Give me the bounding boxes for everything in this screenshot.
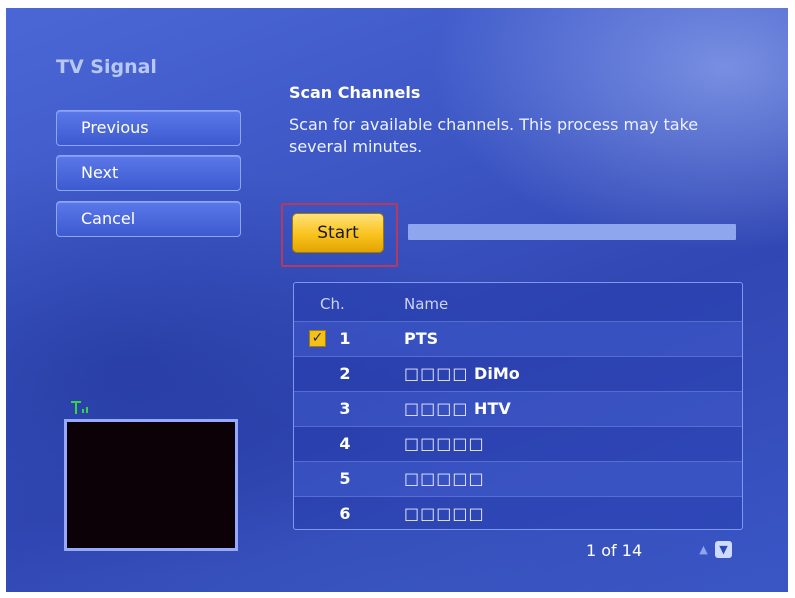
channel-row[interactable]: 6 □□□□□ xyxy=(294,496,742,532)
channel-row[interactable]: 2 □□□□ DiMo xyxy=(294,356,742,392)
channel-number: 2 xyxy=(339,364,351,383)
page-down-button[interactable]: ▼ xyxy=(715,541,732,558)
channel-name: □□□□ HTV xyxy=(404,399,511,418)
channel-name: □□□□□ xyxy=(404,469,485,488)
channel-row[interactable]: 5 □□□□□ xyxy=(294,461,742,497)
channel-name: □□□□ DiMo xyxy=(404,364,520,383)
media-center-screen: TV Signal Previous Next Cancel Scan Chan… xyxy=(6,8,788,592)
channel-name: PTS xyxy=(404,329,438,348)
page-indicator: 1 of 14 xyxy=(586,541,643,560)
channel-number: 1 xyxy=(339,329,351,348)
channel-name-prefix: □□□□□ xyxy=(404,469,485,488)
channel-number: 6 xyxy=(339,504,351,523)
channel-number: 4 xyxy=(339,434,351,453)
page-heading: Scan Channels xyxy=(289,83,421,102)
channel-name: □□□□□ xyxy=(404,504,485,523)
channel-row[interactable]: 4 □□□□□ xyxy=(294,426,742,462)
channel-name-text: DiMo xyxy=(474,364,520,383)
channel-number: 5 xyxy=(339,469,351,488)
scan-progress-bar xyxy=(408,224,736,240)
previous-button[interactable]: Previous xyxy=(56,110,241,146)
page-description: Scan for available channels. This proces… xyxy=(289,115,699,156)
section-title: TV Signal xyxy=(56,56,157,78)
channel-name-prefix: □□□□ xyxy=(404,399,469,418)
channel-row[interactable]: ✓ 1 PTS xyxy=(294,321,742,357)
channel-row[interactable]: 3 □□□□ HTV xyxy=(294,391,742,427)
channel-name-text: PTS xyxy=(404,329,439,348)
channel-name-prefix: □□□□□ xyxy=(404,504,485,523)
channel-number: 3 xyxy=(339,399,351,418)
tv-preview xyxy=(64,419,238,551)
next-button[interactable]: Next xyxy=(56,155,241,191)
channel-list: Ch. Name ✓ 1 PTS 2 □□□□ DiMo 3 □□□□ HTV … xyxy=(293,282,743,530)
checkmark-icon[interactable]: ✓ xyxy=(309,330,326,347)
start-button[interactable]: Start xyxy=(292,213,384,253)
antenna-icon xyxy=(71,401,88,414)
column-header-ch: Ch. xyxy=(320,295,345,313)
column-header-name: Name xyxy=(404,295,449,313)
channel-name-prefix: □□□□□ xyxy=(404,434,485,453)
channel-name-text: HTV xyxy=(474,399,511,418)
channel-name-prefix: □□□□ xyxy=(404,364,469,383)
page-up-button[interactable]: ▲ xyxy=(695,541,712,558)
cancel-button[interactable]: Cancel xyxy=(56,201,241,237)
channel-name: □□□□□ xyxy=(404,434,485,453)
